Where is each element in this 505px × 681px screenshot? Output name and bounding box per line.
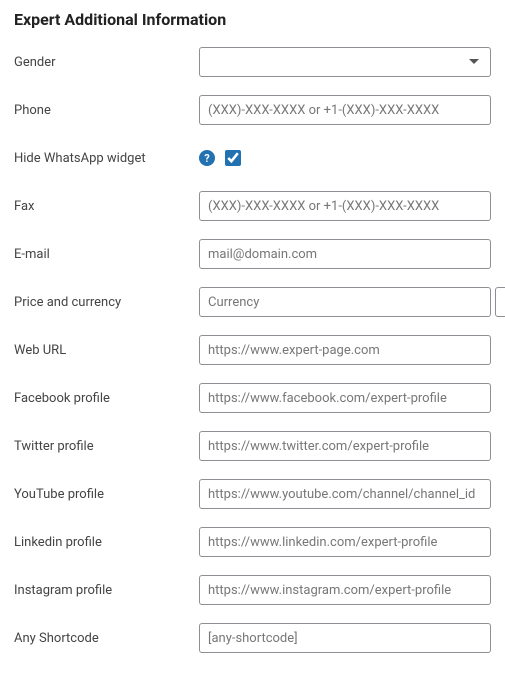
fax-row: Fax xyxy=(14,191,491,221)
price-input[interactable] xyxy=(495,287,505,317)
fax-label: Fax xyxy=(14,199,199,214)
email-label: E-mail xyxy=(14,247,199,262)
price-label: Price and currency xyxy=(14,295,199,310)
gender-select[interactable] xyxy=(199,47,491,77)
weburl-row: Web URL xyxy=(14,335,491,365)
phone-input[interactable] xyxy=(199,95,491,125)
youtube-row: YouTube profile xyxy=(14,479,491,509)
youtube-input[interactable] xyxy=(199,479,491,509)
shortcode-row: Any Shortcode xyxy=(14,623,491,653)
facebook-label: Facebook profile xyxy=(14,391,199,406)
facebook-row: Facebook profile xyxy=(14,383,491,413)
twitter-row: Twitter profile xyxy=(14,431,491,461)
weburl-label: Web URL xyxy=(14,343,199,358)
section-heading: Expert Additional Information xyxy=(14,10,491,29)
gender-row: Gender xyxy=(14,47,491,77)
gender-label: Gender xyxy=(14,55,199,70)
currency-input[interactable] xyxy=(199,287,491,317)
hide-whatsapp-label: Hide WhatsApp widget xyxy=(14,151,199,166)
email-input[interactable] xyxy=(199,239,491,269)
email-row: E-mail xyxy=(14,239,491,269)
youtube-label: YouTube profile xyxy=(14,487,199,502)
help-icon[interactable]: ? xyxy=(199,150,215,166)
linkedin-label: Linkedin profile xyxy=(14,535,199,550)
shortcode-input[interactable] xyxy=(199,623,491,653)
phone-label: Phone xyxy=(14,103,199,118)
phone-row: Phone xyxy=(14,95,491,125)
instagram-label: Instagram profile xyxy=(14,583,199,598)
facebook-input[interactable] xyxy=(199,383,491,413)
linkedin-row: Linkedin profile xyxy=(14,527,491,557)
instagram-input[interactable] xyxy=(199,575,491,605)
shortcode-label: Any Shortcode xyxy=(14,631,199,646)
price-row: Price and currency xyxy=(14,287,491,317)
twitter-label: Twitter profile xyxy=(14,439,199,454)
instagram-row: Instagram profile xyxy=(14,575,491,605)
fax-input[interactable] xyxy=(199,191,491,221)
linkedin-input[interactable] xyxy=(199,527,491,557)
hide-whatsapp-checkbox[interactable] xyxy=(225,150,241,166)
hide-whatsapp-row: Hide WhatsApp widget ? xyxy=(14,143,491,173)
twitter-input[interactable] xyxy=(199,431,491,461)
weburl-input[interactable] xyxy=(199,335,491,365)
